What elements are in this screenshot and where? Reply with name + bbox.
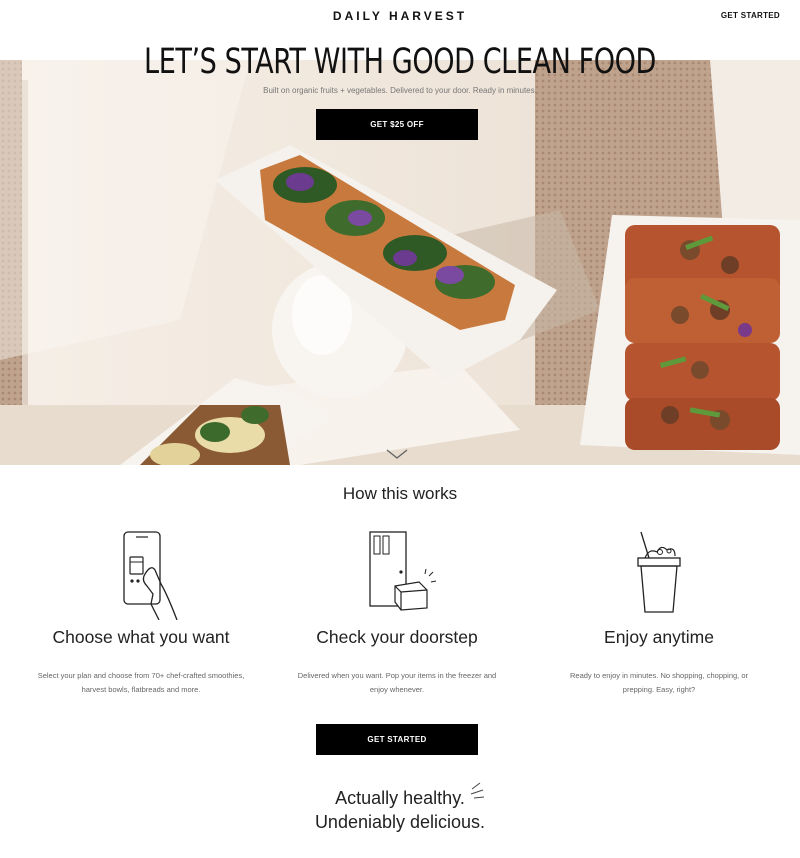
hero-subtitle: Built on organic fruits + vegetables. De… [263,86,537,95]
tagline-line-2: Undeniably delicious. [314,812,486,832]
step-choose: Choose what you want Select your plan an… [8,530,274,697]
get-25-off-button[interactable]: GET $25 OFF [316,109,478,140]
tagline-line-1: Actually healthy. [335,788,465,808]
chevron-down-icon[interactable] [385,447,409,461]
header-get-started-link[interactable]: GET STARTED [721,11,780,20]
how-it-works-title: How this works [342,484,458,503]
step-description: Delivered when you want. Pop your items … [297,671,497,694]
get-started-button[interactable]: GET STARTED [316,724,478,755]
brand-logo[interactable]: DAILY HARVEST [0,9,800,23]
step-title: Check your doorstep [316,627,478,647]
sparkle-icon [470,782,485,799]
step-doorstep: Check your doorstep Delivered when you w… [264,530,530,697]
step-description: Ready to enjoy in minutes. No shopping, … [569,671,749,694]
step-title: Enjoy anytime [604,627,714,647]
step-enjoy: Enjoy anytime Ready to enjoy in minutes.… [526,530,792,697]
step-title: Choose what you want [52,627,230,647]
hero-headline: LET’S START WITH GOOD CLEAN FOOD [144,42,656,82]
phone-hand-icon [123,531,178,620]
door-package-icon [369,531,437,611]
smoothie-cup-icon [637,531,681,613]
step-description: Select your plan and choose from 70+ che… [37,671,245,694]
